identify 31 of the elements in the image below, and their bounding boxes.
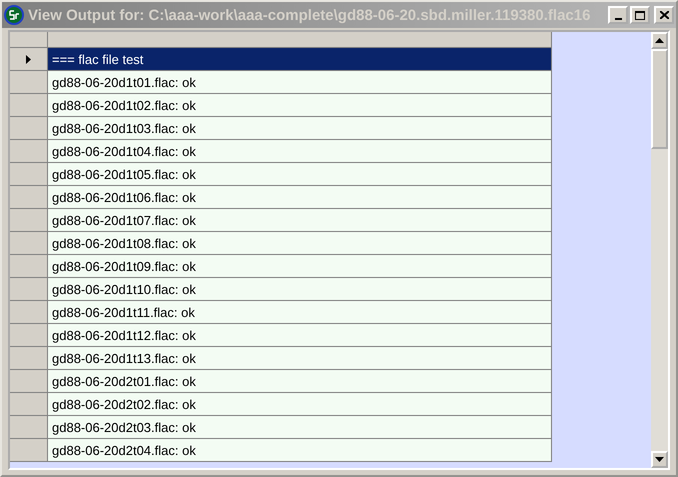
maximize-icon [635,10,645,20]
scrollbar[interactable] [651,32,668,468]
output-cell[interactable]: gd88-06-20d2t03.flac: ok [48,416,552,439]
corner-header [10,32,48,48]
scroll-thumb[interactable] [651,49,668,149]
output-cell[interactable]: gd88-06-20d1t03.flac: ok [48,117,552,140]
output-cell[interactable]: gd88-06-20d1t12.flac: ok [48,324,552,347]
scroll-down-button[interactable] [651,451,668,468]
output-cell[interactable]: gd88-06-20d1t10.flac: ok [48,278,552,301]
output-cell[interactable]: gd88-06-20d1t13.flac: ok [48,347,552,370]
output-cell[interactable]: gd88-06-20d2t02.flac: ok [48,393,552,416]
output-cell[interactable]: gd88-06-20d1t04.flac: ok [48,140,552,163]
output-cell[interactable]: gd88-06-20d1t08.flac: ok [48,232,552,255]
output-cell[interactable]: gd88-06-20d1t06.flac: ok [48,186,552,209]
row-header[interactable] [10,48,48,71]
output-cell[interactable]: gd88-06-20d1t11.flac: ok [48,301,552,324]
output-cell[interactable]: gd88-06-20d1t02.flac: ok [48,94,552,117]
window-title: View Output for: C:\aaa-work\aaa-complete\gd88-06-20.sbd.miller.119380.flac16 [28,6,592,24]
close-icon [660,11,668,19]
output-cell[interactable]: gd88-06-20d1t09.flac: ok [48,255,552,278]
minimize-icon [614,18,622,20]
output-cell[interactable]: gd88-06-20d1t07.flac: ok [48,209,552,232]
output-cell[interactable]: gd88-06-20d1t05.flac: ok [48,163,552,186]
output-cell[interactable]: gd88-06-20d1t01.flac: ok [48,71,552,94]
output-cell[interactable]: gd88-06-20d2t04.flac: ok [48,439,552,462]
down-arrow-icon [655,457,664,462]
up-arrow-icon [655,38,664,43]
scroll-up-button[interactable] [651,32,668,49]
app-logo-icon [4,5,24,25]
output-cell[interactable]: gd88-06-20d2t01.flac: ok [48,370,552,393]
output-cell[interactable]: === flac file test [48,48,552,71]
